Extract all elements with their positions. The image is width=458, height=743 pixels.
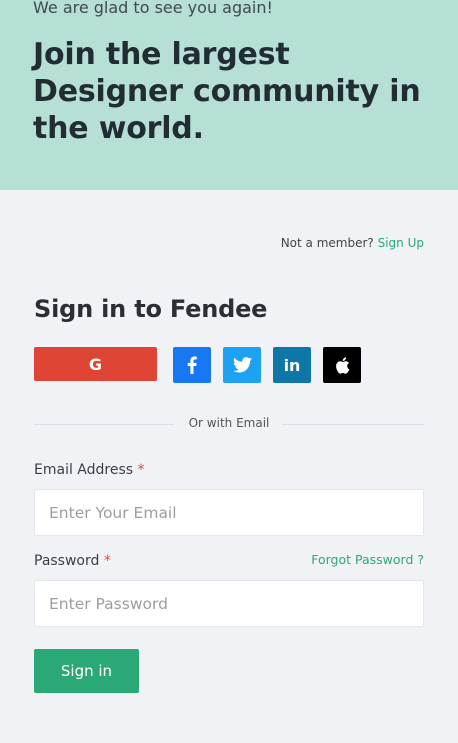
- forgot-password-link[interactable]: Forgot Password ?: [311, 552, 424, 567]
- email-required-mark: *: [137, 462, 145, 478]
- divider-text: Or with Email: [188, 416, 270, 430]
- apple-login-button[interactable]: [323, 347, 361, 383]
- divider-line-right: [282, 424, 424, 425]
- hero-greeting: We are glad to see you again!: [33, 0, 273, 17]
- hero-title: Join the largest Designer community in t…: [33, 37, 421, 146]
- twitter-icon: [232, 357, 252, 373]
- password-label-text: Password: [34, 553, 100, 569]
- email-label: Email Address *: [34, 462, 145, 478]
- password-required-mark: *: [103, 553, 111, 569]
- email-label-text: Email Address: [34, 462, 134, 478]
- facebook-icon: [187, 356, 197, 374]
- or-divider: Or with Email: [34, 416, 424, 432]
- linkedin-login-button[interactable]: in: [273, 347, 311, 383]
- sign-up-link[interactable]: Sign Up: [378, 236, 424, 250]
- twitter-login-button[interactable]: [223, 347, 261, 383]
- linkedin-icon: in: [283, 355, 301, 375]
- sign-in-button[interactable]: Sign in: [34, 649, 139, 693]
- password-label: Password *: [34, 553, 111, 569]
- email-field[interactable]: [34, 489, 424, 536]
- member-prompt-text: Not a member?: [280, 236, 374, 250]
- hero-banner: We are glad to see you again! Join the l…: [0, 0, 458, 190]
- form-title: Sign in to Fendee: [34, 295, 268, 323]
- member-prompt-line: Not a member? Sign Up: [281, 236, 424, 250]
- google-login-button[interactable]: G: [34, 347, 157, 381]
- apple-icon: [335, 356, 349, 374]
- google-icon: G: [88, 354, 103, 374]
- facebook-login-button[interactable]: [173, 347, 211, 383]
- password-field[interactable]: [34, 580, 424, 627]
